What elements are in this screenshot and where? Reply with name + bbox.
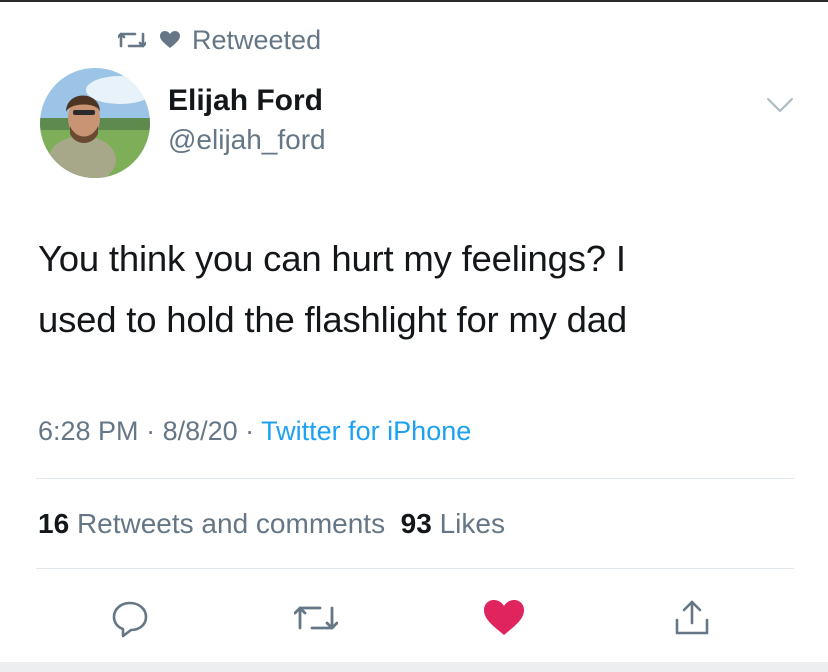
avatar[interactable] (40, 68, 150, 178)
retweeted-label: Retweeted (192, 24, 322, 55)
share-button[interactable] (670, 596, 714, 640)
retweet-icon (294, 606, 338, 630)
tweet-meta: 6:28 PM · 8/8/20 · Twitter for iPhone (38, 416, 471, 447)
reply-icon (112, 601, 148, 638)
avatar-image (40, 68, 150, 178)
bottom-bar (0, 662, 828, 672)
retweeted-context: Retweeted (118, 24, 321, 56)
tweet-stats: 16 Retweets and comments 93 Likes (38, 508, 505, 540)
tweet-text-line: You think you can hurt my feelings? I (38, 238, 626, 279)
divider (36, 568, 794, 569)
share-icon (675, 600, 709, 635)
like-button[interactable] (482, 596, 526, 640)
author-handle[interactable]: @elijah_ford (168, 124, 326, 156)
tweet-text: You think you can hurt my feelings? I us… (38, 228, 808, 350)
tweet-time: 6:28 PM (38, 416, 139, 446)
likes-count: 93 (400, 508, 432, 539)
retweets-stat[interactable]: 16 Retweets and comments (38, 508, 385, 539)
tweet-text-line: used to hold the flashlight for my dad (38, 299, 627, 340)
reply-button[interactable] (108, 596, 152, 640)
likes-label: Likes (439, 508, 505, 539)
meta-separator: · (237, 416, 262, 446)
meta-separator: · (138, 416, 163, 446)
divider (36, 478, 794, 479)
likes-stat[interactable]: 93 Likes (401, 508, 505, 539)
chevron-down-icon[interactable] (766, 96, 794, 114)
tweet-date: 8/8/20 (162, 416, 238, 446)
retweets-count: 16 (38, 508, 70, 539)
retweets-label: Retweets and comments (76, 508, 386, 539)
heart-icon (160, 31, 180, 48)
tweet-source-link[interactable]: Twitter for iPhone (261, 416, 471, 446)
top-border (0, 0, 828, 2)
like-icon (484, 600, 524, 635)
author-name[interactable]: Elijah Ford (168, 84, 323, 118)
retweet-icon (118, 32, 146, 48)
retweet-button[interactable] (294, 596, 338, 640)
